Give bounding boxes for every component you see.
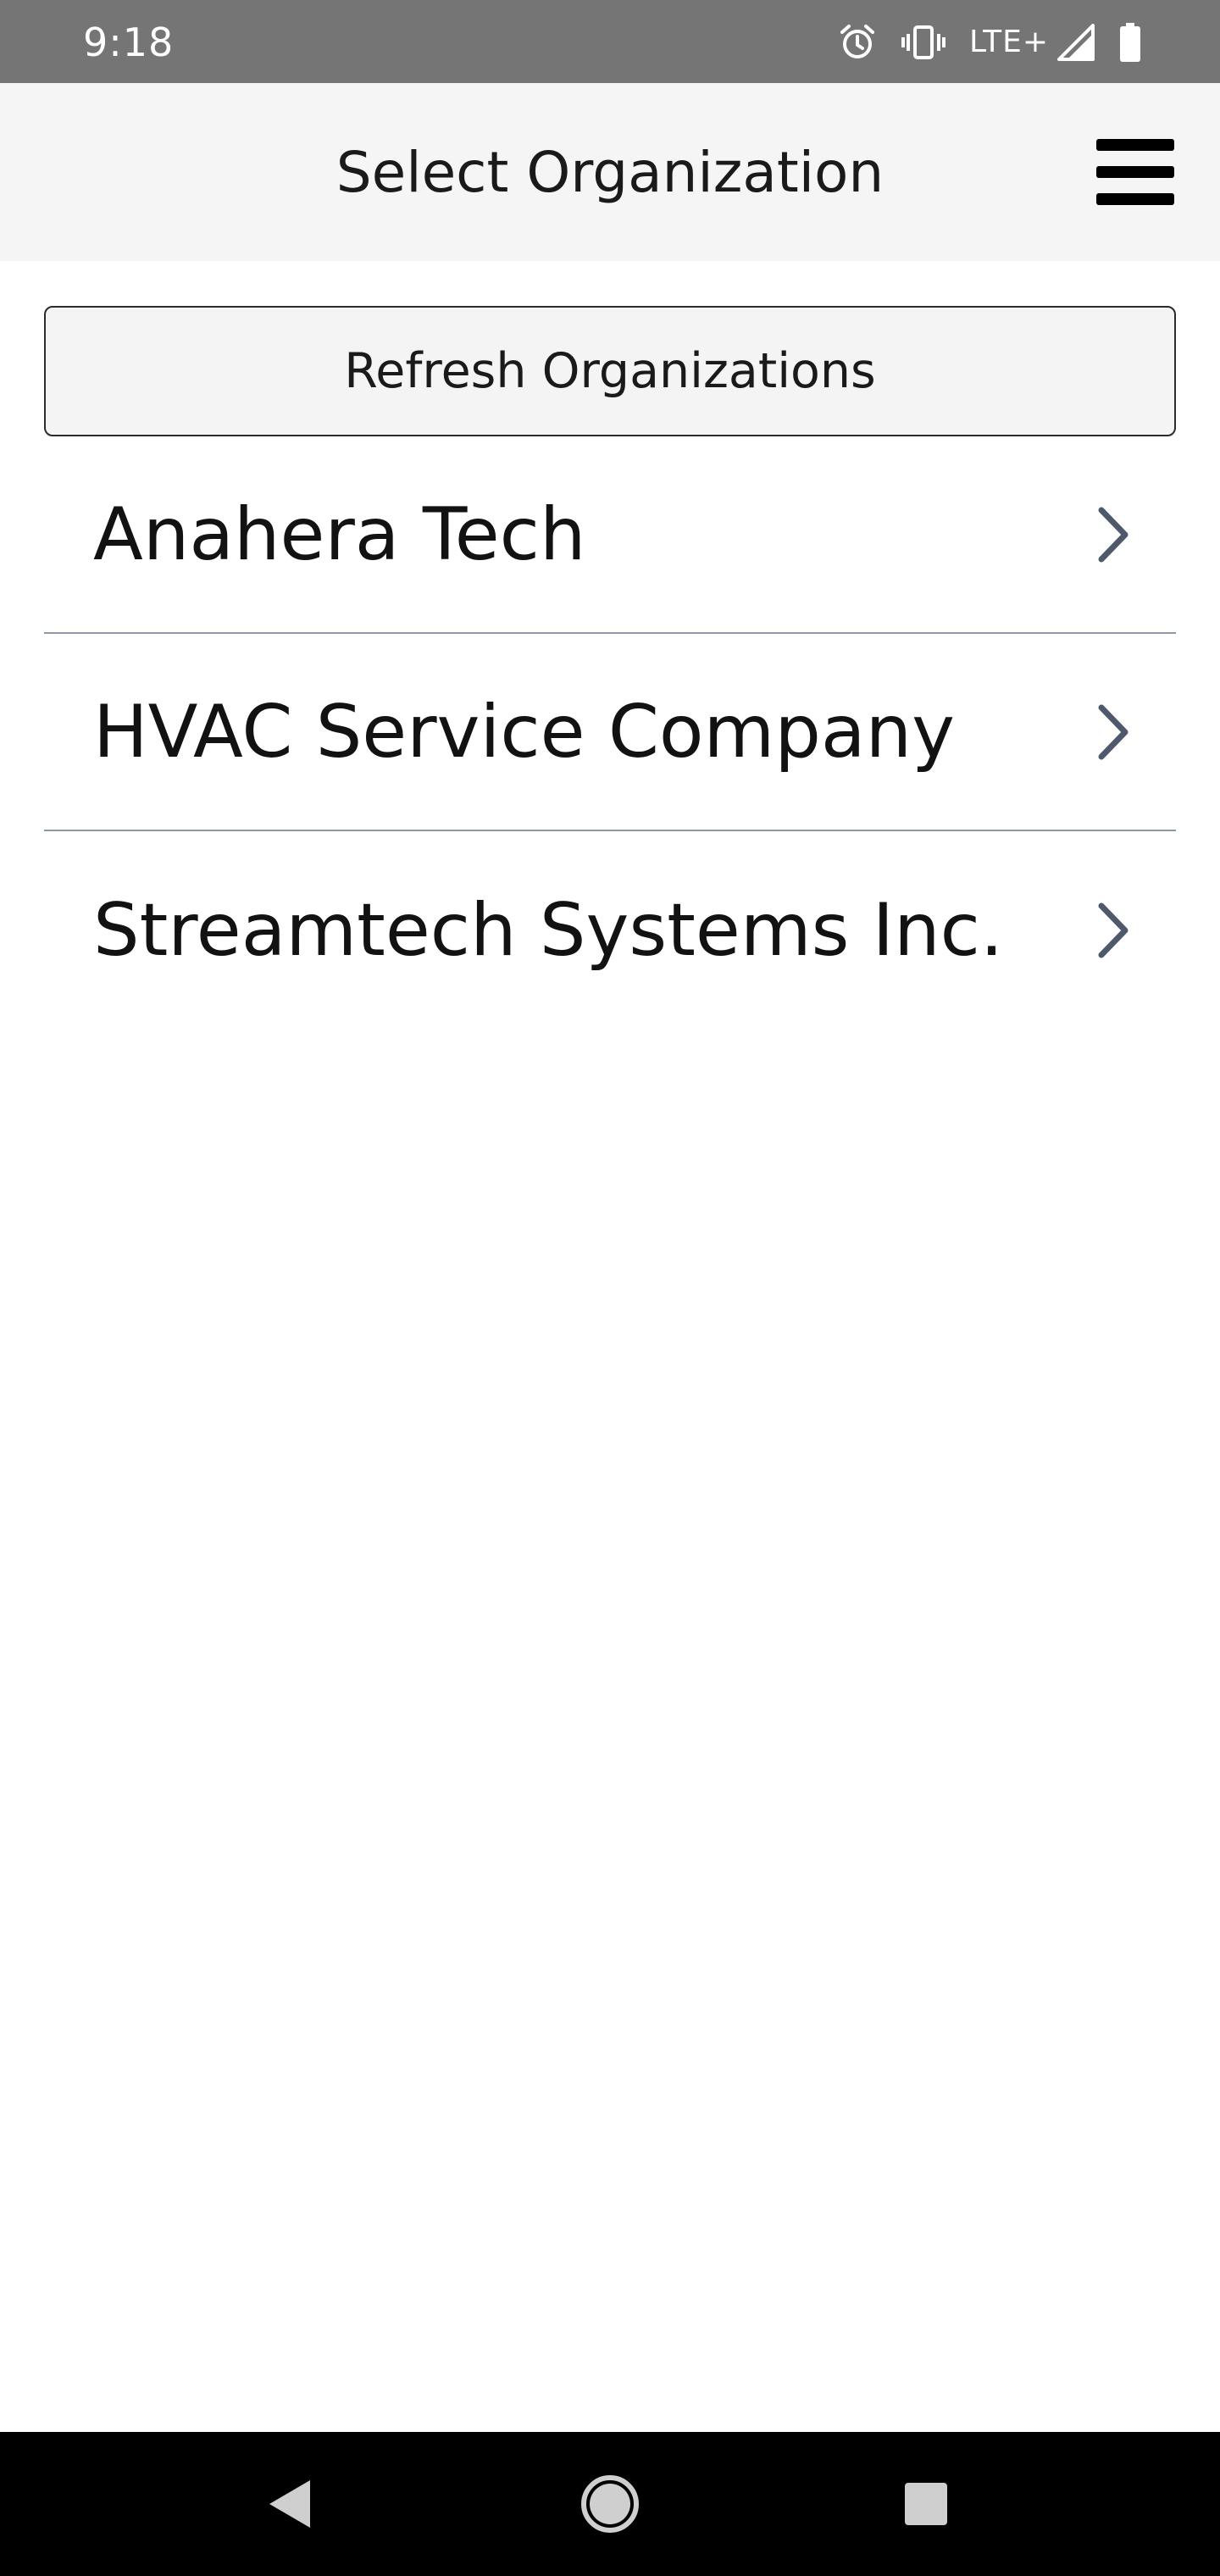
alarm-icon bbox=[837, 22, 878, 63]
refresh-organizations-button[interactable]: Refresh Organizations bbox=[44, 306, 1176, 436]
list-item-organization[interactable]: Streamtech Systems Inc. bbox=[44, 831, 1176, 1029]
status-time: 9:18 bbox=[83, 19, 175, 65]
chevron-right-icon bbox=[1098, 507, 1128, 562]
chevron-right-icon bbox=[1098, 704, 1128, 759]
home-icon bbox=[581, 2475, 639, 2533]
status-bar: 9:18 LTE+ bbox=[0, 0, 1220, 83]
organization-list: Anahera Tech HVAC Service Company Stream… bbox=[44, 436, 1176, 1029]
navigation-bar bbox=[0, 2432, 1220, 2576]
battery-icon bbox=[1118, 22, 1142, 63]
recents-icon bbox=[905, 2483, 947, 2525]
organization-name: Streamtech Systems Inc. bbox=[93, 887, 1004, 973]
organization-name: Anahera Tech bbox=[93, 491, 586, 577]
hamburger-menu-icon bbox=[1096, 139, 1174, 151]
back-button[interactable] bbox=[252, 2466, 328, 2542]
signal-icon bbox=[1057, 24, 1095, 61]
app-header: Select Organization bbox=[0, 83, 1220, 261]
status-icons: LTE+ bbox=[837, 17, 1142, 68]
list-item-organization[interactable]: Anahera Tech bbox=[44, 436, 1176, 634]
menu-icon-bar bbox=[1096, 166, 1174, 178]
page-title: Select Organization bbox=[336, 139, 884, 205]
organization-name: HVAC Service Company bbox=[93, 689, 956, 774]
recents-button[interactable] bbox=[888, 2466, 964, 2542]
network-indicator: LTE+ bbox=[969, 19, 1095, 66]
menu-icon-bar bbox=[1096, 193, 1174, 205]
back-icon bbox=[269, 2480, 310, 2528]
vibrate-icon bbox=[901, 22, 946, 63]
network-label: LTE+ bbox=[969, 25, 1049, 59]
hamburger-menu-button[interactable] bbox=[1095, 134, 1176, 210]
home-button[interactable] bbox=[572, 2466, 648, 2542]
list-item-organization[interactable]: HVAC Service Company bbox=[44, 634, 1176, 831]
chevron-right-icon bbox=[1098, 902, 1128, 958]
